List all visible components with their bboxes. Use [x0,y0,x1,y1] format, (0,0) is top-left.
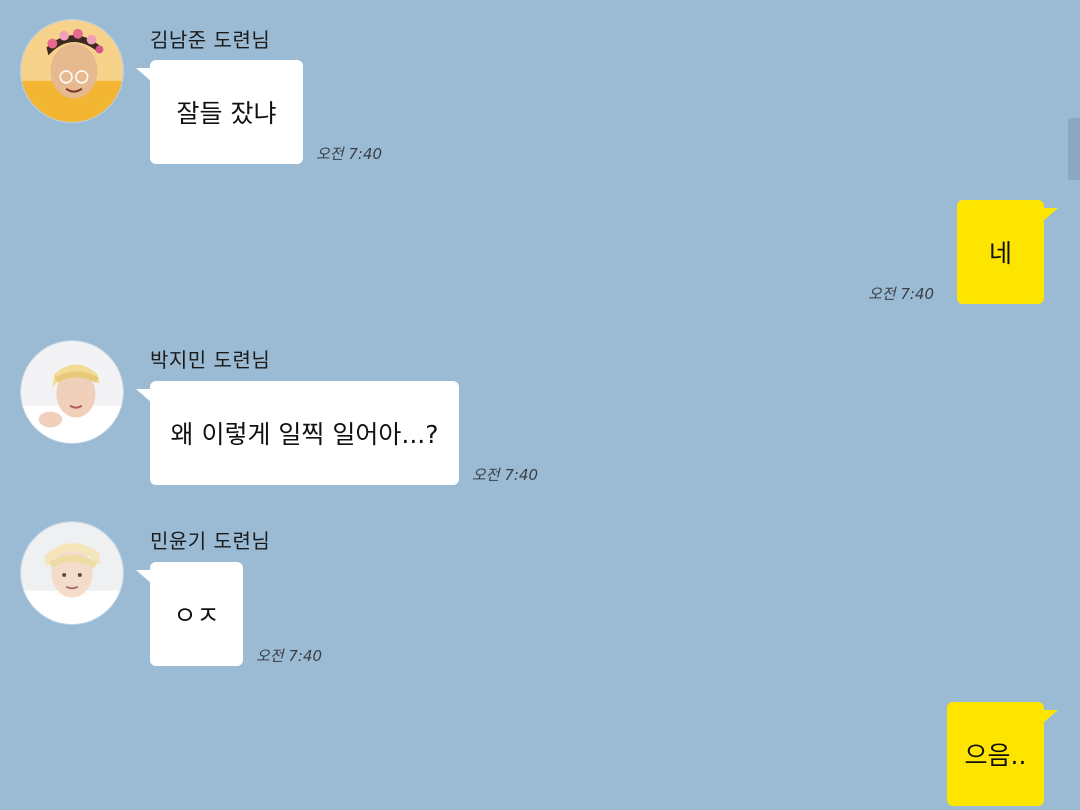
message-text: 네 [988,239,1012,268]
message-bubble-incoming[interactable]: ㅇㅈ [136,562,243,666]
sender-name: 김남준 도련님 [150,28,271,52]
sender-name: 박지민 도련님 [150,348,271,372]
message-text: 왜 이렇게 일찍 일어아...? [170,420,439,449]
message-time: 오전 7:40 [472,466,539,484]
profile-avatar-namjoon[interactable] [20,19,124,123]
message-text: ㅇㅈ [173,601,220,630]
avatar-icon [21,522,123,624]
message-time: 오전 7:40 [256,647,323,665]
avatar-icon [21,20,123,122]
message-time: 오전 7:40 [316,145,383,163]
profile-avatar-yoongi[interactable] [20,521,124,625]
message-bubble-outgoing[interactable]: 네 [957,200,1058,304]
chat-window: 김남준 도련님 잘들 잤냐 오전 7:40 네 오전 7:40 박지민 도련님 … [0,0,1080,810]
message-bubble-incoming[interactable]: 왜 이렇게 일찍 일어아...? [136,381,459,485]
message-bubble-incoming[interactable]: 잘들 잤냐 [136,60,303,164]
message-time: 오전 7:40 [868,285,935,303]
scrollbar-thumb[interactable] [1068,118,1080,180]
message-bubble-outgoing[interactable]: 으음.. [947,702,1058,806]
sender-name: 민윤기 도련님 [150,529,271,553]
profile-avatar-jimin[interactable] [20,340,124,444]
message-text: 으음.. [964,741,1027,770]
message-text: 잘들 잤냐 [176,99,277,128]
avatar-icon [21,341,123,443]
